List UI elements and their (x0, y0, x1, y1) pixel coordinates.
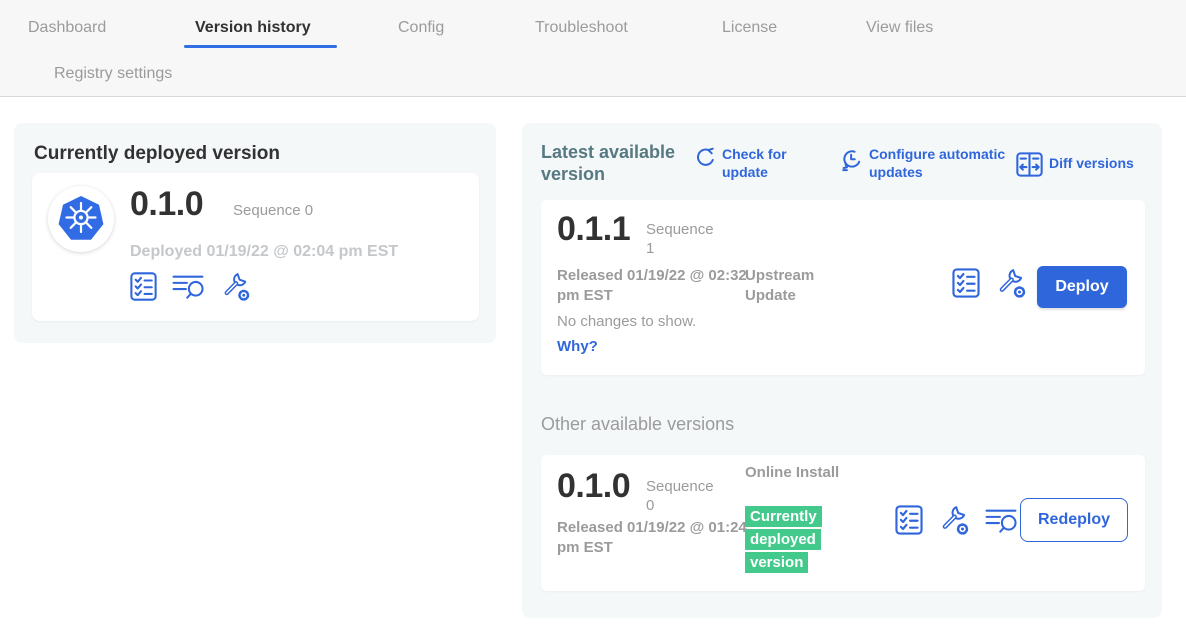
other-version-actions (895, 504, 1018, 536)
preflight-checks-icon[interactable] (130, 272, 157, 301)
why-link[interactable]: Why? (557, 338, 598, 355)
latest-available-title: Latest available version (541, 142, 683, 186)
diff-versions-label: Diff versions (1049, 155, 1134, 173)
tab-registry-settings[interactable]: Registry settings (54, 65, 172, 83)
tab-dashboard[interactable]: Dashboard (28, 19, 106, 37)
latest-version-actions (952, 267, 1027, 299)
deployed-version-row: 0.1.0 Sequence 0 Deployed 01/19/22 @ 02:… (32, 173, 479, 321)
edit-config-icon[interactable] (220, 271, 251, 302)
active-tab-underline (184, 45, 337, 48)
edit-config-icon[interactable] (938, 504, 970, 536)
currently-deployed-title: Currently deployed version (34, 143, 280, 165)
version-history-page: Dashboard Version history Config Trouble… (0, 0, 1186, 640)
preflight-checks-icon[interactable] (952, 268, 980, 298)
deploy-button[interactable]: Deploy (1037, 266, 1127, 308)
diff-versions-link[interactable]: Diff versions (1016, 151, 1134, 177)
deploy-logs-icon[interactable] (172, 273, 205, 300)
no-changes-text: No changes to show. (557, 313, 696, 330)
diff-icon (1016, 152, 1043, 177)
latest-version-number: 0.1.1 (557, 210, 630, 249)
deployed-sequence-label: Sequence 0 (233, 202, 313, 219)
latest-version-source: Upstream Update (745, 266, 845, 305)
tab-config[interactable]: Config (398, 19, 444, 37)
auto-update-clock-icon (840, 147, 863, 172)
tab-version-history[interactable]: Version history (195, 19, 311, 37)
other-version-card: 0.1.0 Sequence 0 Online Install Currentl… (541, 455, 1145, 591)
tab-view-files[interactable]: View files (866, 19, 933, 37)
deploy-logs-icon[interactable] (985, 507, 1018, 534)
configure-automatic-updates-link[interactable]: Configure automatic updates (840, 146, 1008, 181)
other-version-number: 0.1.0 (557, 467, 630, 506)
check-for-update-label: Check for update (722, 146, 807, 181)
other-available-versions-title: Other available versions (541, 414, 734, 435)
latest-released-timestamp: Released 01/19/22 @ 02:32 pm EST (557, 266, 749, 305)
preflight-checks-icon[interactable] (895, 505, 923, 535)
latest-sequence-label: Sequence 1 (646, 221, 724, 259)
edit-config-icon[interactable] (995, 267, 1027, 299)
tab-license[interactable]: License (722, 19, 777, 37)
tab-troubleshoot[interactable]: Troubleshoot (535, 19, 628, 37)
deployed-version-number: 0.1.0 (130, 185, 203, 224)
configure-automatic-updates-label: Configure automatic updates (869, 146, 1008, 181)
top-navbar: Dashboard Version history Config Trouble… (0, 0, 1186, 97)
currently-deployed-badge-text: Currently deployed version (745, 506, 822, 573)
other-released-timestamp: Released 01/19/22 @ 01:24 pm EST (557, 518, 749, 557)
deployed-timestamp: Deployed 01/19/22 @ 02:04 pm EST (130, 243, 398, 261)
currently-deployed-badge: Currently deployed version (745, 505, 839, 574)
other-version-source: Online Install (745, 463, 845, 483)
currently-deployed-card: Currently deployed version 0.1.0 Sequenc… (14, 123, 496, 343)
app-icon-badge (48, 186, 114, 252)
kubernetes-logo-icon (57, 195, 105, 243)
other-sequence-label: Sequence 0 (646, 478, 724, 516)
redeploy-button[interactable]: Redeploy (1020, 498, 1128, 542)
available-updates-panel: Latest available version Check for updat… (522, 123, 1162, 618)
latest-version-card: 0.1.1 Sequence 1 Released 01/19/22 @ 02:… (541, 200, 1145, 375)
deployed-version-actions (130, 271, 251, 302)
check-for-update-link[interactable]: Check for update (695, 146, 807, 181)
refresh-icon (695, 147, 716, 168)
